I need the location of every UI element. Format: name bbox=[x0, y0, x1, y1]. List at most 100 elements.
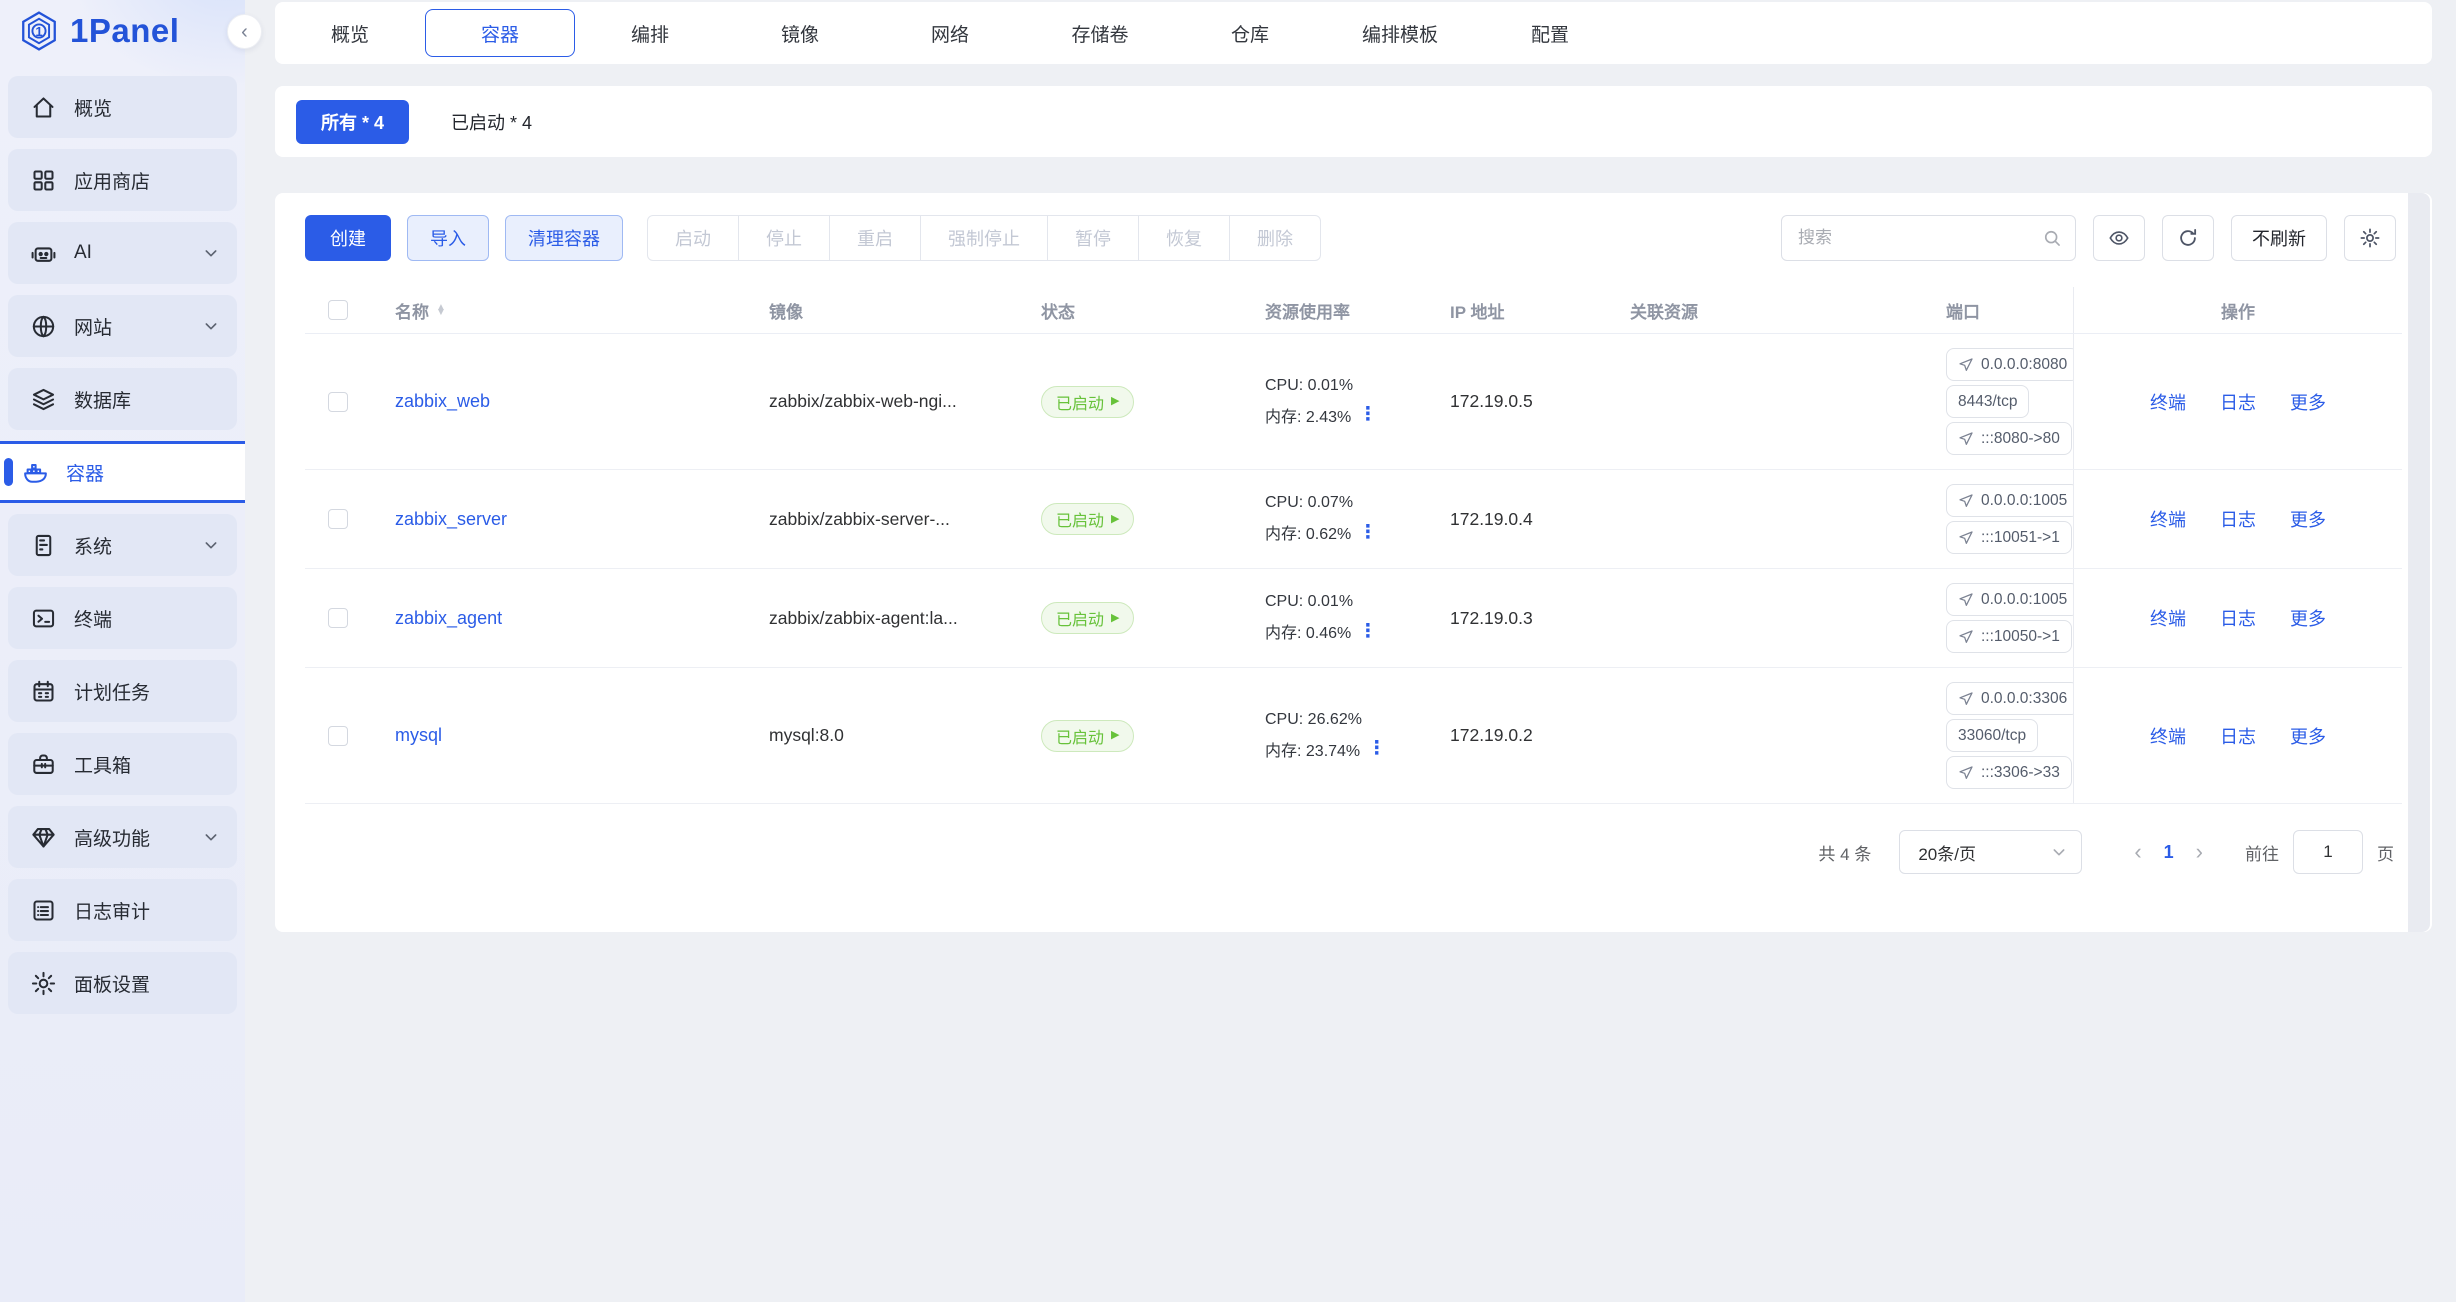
tab-repo[interactable]: 仓库 bbox=[1175, 9, 1325, 57]
logs-link[interactable]: 日志 bbox=[2220, 605, 2256, 631]
port-mapping-text: 8443/tcp bbox=[1958, 393, 2017, 411]
chevron-down-icon bbox=[203, 537, 219, 553]
tab-overview[interactable]: 概览 bbox=[275, 9, 425, 57]
tab-volume[interactable]: 存储卷 bbox=[1025, 9, 1175, 57]
status-badge[interactable]: 已启动 ▶ bbox=[1041, 602, 1134, 634]
batch-button-5[interactable]: 恢复 bbox=[1138, 215, 1230, 261]
scrollbar-track[interactable] bbox=[2408, 193, 2430, 932]
tab-label: 网络 bbox=[931, 20, 969, 47]
terminal-link[interactable]: 终端 bbox=[2150, 389, 2186, 415]
sidebar-item-ai[interactable]: AI bbox=[8, 222, 237, 284]
table-row: zabbix_web zabbix/zabbix-web-ngi... 已启动 … bbox=[305, 334, 2402, 470]
port-mapping-chip[interactable]: 0.0.0.0:1005 bbox=[1946, 583, 2073, 616]
search-input[interactable] bbox=[1781, 215, 2076, 261]
batch-button-0[interactable]: 启动 bbox=[647, 215, 739, 261]
row-checkbox[interactable] bbox=[328, 608, 348, 628]
clean-containers-button[interactable]: 清理容器 bbox=[505, 215, 623, 261]
port-mapping-chip[interactable]: :::8080->80 bbox=[1946, 422, 2072, 455]
filter-all-button[interactable]: 所有 * 4 bbox=[296, 100, 409, 144]
logs-link[interactable]: 日志 bbox=[2220, 389, 2256, 415]
batch-button-3[interactable]: 强制停止 bbox=[920, 215, 1048, 261]
port-mapping-chip[interactable]: 33060/tcp bbox=[1946, 719, 2038, 752]
monitor-dots-icon[interactable]: ⋮ bbox=[1367, 739, 1386, 758]
container-name-link[interactable]: zabbix_server bbox=[395, 509, 507, 530]
logs-link[interactable]: 日志 bbox=[2220, 506, 2256, 532]
sidebar-item-database[interactable]: 数据库 bbox=[8, 368, 237, 430]
batch-button-2[interactable]: 重启 bbox=[829, 215, 921, 261]
container-name-link[interactable]: zabbix_web bbox=[395, 391, 490, 412]
tab-template[interactable]: 编排模板 bbox=[1325, 9, 1475, 57]
goto-page-input[interactable] bbox=[2293, 830, 2363, 874]
port-mapping-text: :::10051->1 bbox=[1981, 529, 2060, 547]
more-link[interactable]: 更多 bbox=[2290, 605, 2326, 631]
status-filter-bar: 所有 * 4 已启动 * 4 bbox=[275, 86, 2432, 157]
refresh-button[interactable] bbox=[2162, 215, 2214, 261]
filter-running-button[interactable]: 已启动 * 4 bbox=[451, 109, 532, 135]
sidebar-item-app-store[interactable]: 应用商店 bbox=[8, 149, 237, 211]
tab-label: 容器 bbox=[481, 20, 519, 47]
more-link[interactable]: 更多 bbox=[2290, 389, 2326, 415]
next-page-button[interactable]: › bbox=[2184, 839, 2215, 865]
monitor-dots-icon[interactable]: ⋮ bbox=[1358, 622, 1377, 641]
terminal-link[interactable]: 终端 bbox=[2150, 723, 2186, 749]
table-settings-button[interactable] bbox=[2344, 215, 2396, 261]
container-name-link[interactable]: zabbix_agent bbox=[395, 608, 502, 629]
import-button[interactable]: 导入 bbox=[407, 215, 489, 261]
create-button[interactable]: 创建 bbox=[305, 215, 391, 261]
tab-network[interactable]: 网络 bbox=[875, 9, 1025, 57]
row-checkbox[interactable] bbox=[328, 392, 348, 412]
toolbox-icon bbox=[30, 751, 57, 778]
sidebar-item-system[interactable]: 系统 bbox=[8, 514, 237, 576]
tab-compose[interactable]: 编排 bbox=[575, 9, 725, 57]
page-size-select[interactable]: 20条/页 bbox=[1899, 830, 2082, 874]
batch-button-6[interactable]: 删除 bbox=[1229, 215, 1321, 261]
tab-setting[interactable]: 配置 bbox=[1475, 9, 1625, 57]
sidebar-item-container[interactable]: 容器 bbox=[0, 441, 245, 503]
container-name-link[interactable]: mysql bbox=[395, 725, 442, 746]
more-link[interactable]: 更多 bbox=[2290, 723, 2326, 749]
batch-button-4[interactable]: 暂停 bbox=[1047, 215, 1139, 261]
sidebar-collapse-button[interactable]: ‹ bbox=[227, 14, 262, 49]
sidebar-item-settings[interactable]: 面板设置 bbox=[8, 952, 237, 1014]
port-mapping-chip[interactable]: 0.0.0.0:3306 bbox=[1946, 682, 2073, 715]
terminal-link[interactable]: 终端 bbox=[2150, 506, 2186, 532]
no-refresh-button[interactable]: 不刷新 bbox=[2231, 215, 2327, 261]
status-badge[interactable]: 已启动 ▶ bbox=[1041, 720, 1134, 752]
status-badge[interactable]: 已启动 ▶ bbox=[1041, 386, 1134, 418]
sidebar-item-log-audit[interactable]: 日志审计 bbox=[8, 879, 237, 941]
sidebar-item-advanced[interactable]: 高级功能 bbox=[8, 806, 237, 868]
monitor-dots-icon[interactable]: ⋮ bbox=[1358, 523, 1377, 542]
column-header-image: 镜像 bbox=[769, 298, 803, 323]
send-icon bbox=[1958, 431, 1974, 447]
port-mapping-chip[interactable]: :::3306->33 bbox=[1946, 756, 2072, 789]
status-badge[interactable]: 已启动 ▶ bbox=[1041, 503, 1134, 535]
more-link[interactable]: 更多 bbox=[2290, 506, 2326, 532]
sidebar-item-overview[interactable]: 概览 bbox=[8, 76, 237, 138]
tab-container[interactable]: 容器 bbox=[425, 9, 575, 57]
pagination: 共 4 条 20条/页 ‹ 1 › 前往 页 bbox=[305, 830, 2402, 874]
sidebar-item-website[interactable]: 网站 bbox=[8, 295, 237, 357]
tab-image[interactable]: 镜像 bbox=[725, 9, 875, 57]
ip-address: 172.19.0.3 bbox=[1450, 608, 1533, 629]
sidebar-item-cronjob[interactable]: 计划任务 bbox=[8, 660, 237, 722]
port-mapping-chip[interactable]: 8443/tcp bbox=[1946, 385, 2029, 418]
column-visibility-button[interactable] bbox=[2093, 215, 2145, 261]
sidebar-item-toolbox[interactable]: 工具箱 bbox=[8, 733, 237, 795]
select-all-checkbox[interactable] bbox=[328, 300, 348, 320]
sidebar-item-terminal[interactable]: 终端 bbox=[8, 587, 237, 649]
ip-address: 172.19.0.4 bbox=[1450, 509, 1533, 530]
row-checkbox[interactable] bbox=[328, 726, 348, 746]
terminal-link[interactable]: 终端 bbox=[2150, 605, 2186, 631]
port-mapping-chip[interactable]: 0.0.0.0:1005 bbox=[1946, 484, 2073, 517]
port-mapping-chip[interactable]: :::10050->1 bbox=[1946, 620, 2072, 653]
monitor-dots-icon[interactable]: ⋮ bbox=[1358, 405, 1377, 424]
logs-link[interactable]: 日志 bbox=[2220, 723, 2256, 749]
port-mapping-chip[interactable]: :::10051->1 bbox=[1946, 521, 2072, 554]
row-checkbox[interactable] bbox=[328, 509, 348, 529]
sort-icon[interactable]: ▲▼ bbox=[436, 305, 446, 316]
batch-button-1[interactable]: 停止 bbox=[738, 215, 830, 261]
brand-logo[interactable]: 1 1Panel bbox=[0, 0, 245, 62]
prev-page-button[interactable]: ‹ bbox=[2122, 839, 2153, 865]
port-mapping-chip[interactable]: 0.0.0.0:8080 bbox=[1946, 348, 2073, 381]
current-page[interactable]: 1 bbox=[2154, 842, 2184, 863]
